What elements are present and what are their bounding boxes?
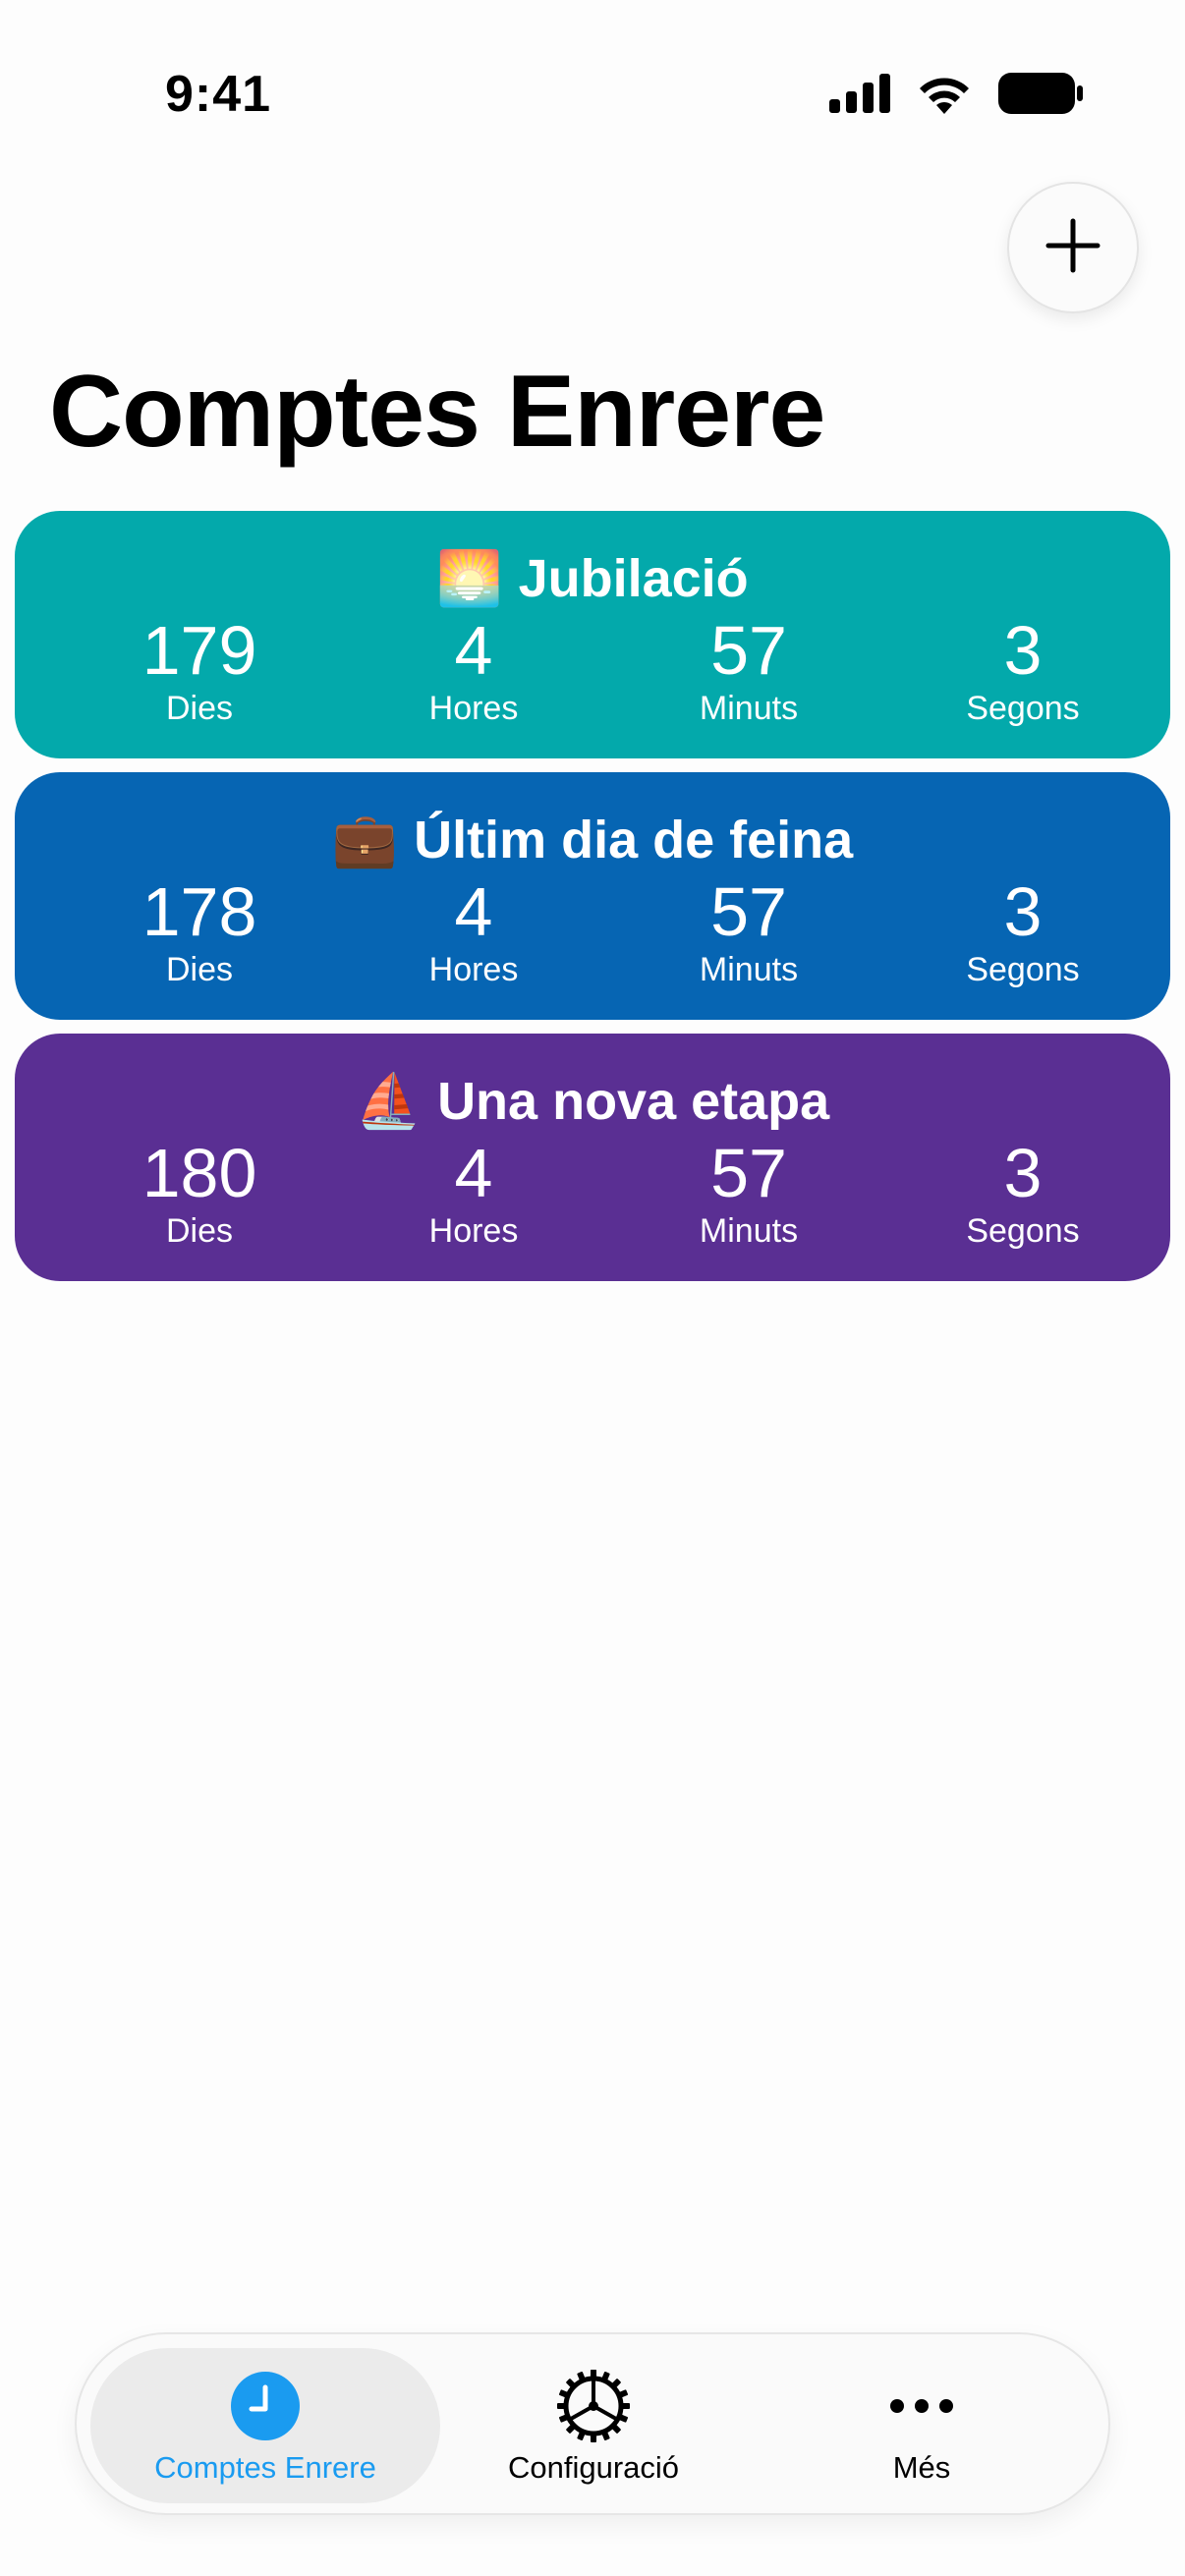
seconds-value: 3 [1003, 1135, 1043, 1211]
plus-icon [1045, 218, 1100, 278]
minutes-label: Minuts [699, 1212, 799, 1250]
days-value: 178 [141, 873, 257, 950]
minutes-value: 57 [710, 873, 787, 950]
hours-label: Hores [428, 690, 519, 727]
countdown-card-ultim-dia[interactable]: 💼 Últim dia de feina 178 Dies 4 Hores 57… [15, 772, 1170, 1020]
countdown-card-nova-etapa[interactable]: ⛵ Una nova etapa 180 Dies 4 Hores 57 Min… [15, 1034, 1170, 1281]
minutes-unit: 57 Minuts [631, 870, 867, 988]
days-unit: 179 Dies [82, 609, 317, 727]
status-icons [829, 73, 1083, 114]
briefcase-icon: 💼 [331, 811, 399, 869]
tab-configuracio[interactable]: Configuració [426, 2334, 761, 2517]
tab-mes[interactable]: Més [755, 2334, 1089, 2517]
cellular-signal-icon [829, 74, 890, 113]
tab-bar: Comptes Enrere Configuració Més [75, 2332, 1110, 2515]
sunrise-icon: 🌅 [436, 549, 503, 608]
countdown-title-text: Últim dia de feina [414, 811, 854, 869]
days-label: Dies [165, 1212, 234, 1250]
hours-value: 4 [454, 1135, 493, 1211]
days-value: 180 [141, 1135, 257, 1211]
minutes-unit: 57 Minuts [631, 1132, 867, 1250]
battery-icon [998, 73, 1083, 114]
seconds-value: 3 [1003, 612, 1043, 689]
sailboat-icon: ⛵ [355, 1072, 423, 1131]
hours-unit: 4 Hores [356, 1132, 592, 1250]
minutes-label: Minuts [699, 951, 799, 988]
hours-label: Hores [428, 951, 519, 988]
seconds-unit: 3 Segons [905, 870, 1141, 988]
seconds-label: Segons [966, 1212, 1080, 1250]
days-value: 179 [141, 612, 257, 689]
hours-unit: 4 Hores [356, 870, 592, 988]
hours-value: 4 [454, 873, 493, 950]
gear-icon [555, 2370, 632, 2442]
page-title: Comptes Enrere [49, 355, 825, 469]
tab-label: Més [892, 2450, 951, 2485]
seconds-label: Segons [966, 690, 1080, 727]
clock-icon [230, 2370, 301, 2442]
status-bar: 9:41 [0, 0, 1185, 196]
seconds-label: Segons [966, 951, 1080, 988]
countdown-title: ⛵ Una nova etapa [15, 1071, 1170, 1132]
hours-value: 4 [454, 612, 493, 689]
days-label: Dies [165, 690, 234, 727]
add-countdown-button[interactable] [1007, 182, 1139, 313]
seconds-value: 3 [1003, 873, 1043, 950]
minutes-value: 57 [710, 1135, 787, 1211]
days-label: Dies [165, 951, 234, 988]
ellipsis-icon [889, 2370, 954, 2442]
screen: 9:41 Comptes Enrere 🌅 Jubilació 179 Dies… [0, 0, 1185, 2576]
countdown-title-text: Una nova etapa [437, 1072, 830, 1131]
wifi-icon [916, 73, 973, 114]
tab-label: Configuració [507, 2450, 680, 2485]
countdown-title-text: Jubilació [518, 549, 749, 608]
countdown-card-jubilacio[interactable]: 🌅 Jubilació 179 Dies 4 Hores 57 Minuts 3… [15, 511, 1170, 758]
days-unit: 178 Dies [82, 870, 317, 988]
minutes-label: Minuts [699, 690, 799, 727]
tab-label: Comptes Enrere [154, 2450, 376, 2485]
countdown-title: 🌅 Jubilació [15, 548, 1170, 609]
seconds-unit: 3 Segons [905, 609, 1141, 727]
seconds-unit: 3 Segons [905, 1132, 1141, 1250]
countdown-title: 💼 Últim dia de feina [15, 810, 1170, 870]
status-time: 9:41 [165, 66, 272, 123]
days-unit: 180 Dies [82, 1132, 317, 1250]
tab-comptes-enrere[interactable]: Comptes Enrere [98, 2334, 432, 2517]
minutes-value: 57 [710, 612, 787, 689]
hours-unit: 4 Hores [356, 609, 592, 727]
minutes-unit: 57 Minuts [631, 609, 867, 727]
hours-label: Hores [428, 1212, 519, 1250]
